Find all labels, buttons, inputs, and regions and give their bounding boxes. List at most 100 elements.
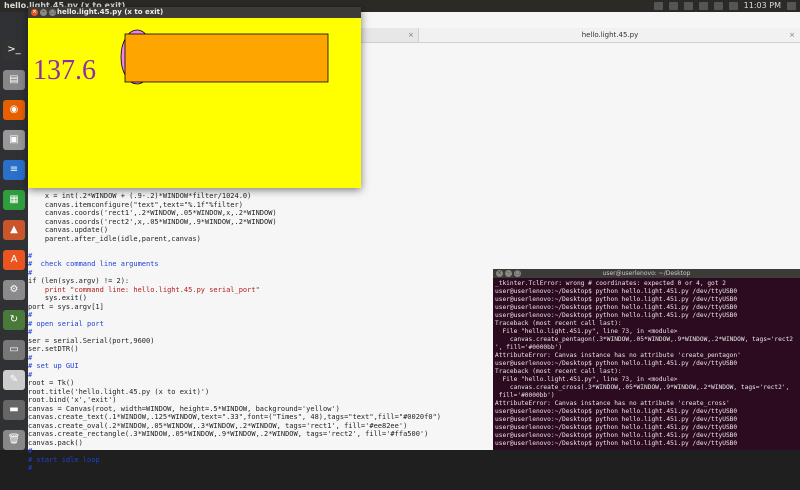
app-titlebar[interactable]: × – □ hello.light.45.py (x to exit) <box>28 7 361 18</box>
close-window-icon[interactable]: × <box>31 9 38 16</box>
code-line: # <box>28 464 33 472</box>
trash-icon[interactable]: 🗑 <box>3 430 25 450</box>
maximize-window-icon[interactable]: □ <box>49 9 56 16</box>
volume-icon[interactable] <box>728 2 738 10</box>
terminal-titlebar[interactable]: × – □ user@userlenovo: ~/Desktop <box>493 269 800 278</box>
code-line: canvas.update() <box>28 226 109 234</box>
launcher: >_ ▤ ◉ ▣ ≡ ▦ ▲ A ⚙ ↻ ▭ ✎ ▬ 🗑 <box>0 12 28 450</box>
code-line: # <box>28 328 33 336</box>
code-line: canvas.coords('rect1',.2*WINDOW,.05*WIND… <box>28 209 277 217</box>
tab-label: hello.light.45.py <box>581 31 639 39</box>
trash-icon-glyph: 🗑 <box>7 434 21 445</box>
code-line: x = int(.2*WINDOW + (.9-.2)*WINDOW*filte… <box>28 192 252 200</box>
terminal-line: ', fill='#0000bb') <box>495 344 563 351</box>
code-line: canvas.coords('rect2',x,.05*WINDOW,.9*WI… <box>28 217 277 226</box>
terminal-line: Traceback (most recent call last): <box>495 320 622 327</box>
bluetooth-icon[interactable] <box>668 2 678 10</box>
terminal-line: AttributeError: Canvas instance has no a… <box>495 400 730 407</box>
writer-icon[interactable]: ≡ <box>3 160 25 180</box>
code-line: # <box>28 370 33 379</box>
settings-icon-glyph: ⚙ <box>9 284 19 295</box>
writer-icon-glyph: ≡ <box>9 164 19 175</box>
network-icon[interactable] <box>698 2 708 10</box>
code-line: canvas.itemconfigure("text",text="%.1f"%… <box>28 200 243 209</box>
impress-icon-glyph: ▲ <box>10 224 18 235</box>
code-line: root = Tk() <box>28 379 75 387</box>
terminal-output[interactable]: _tkinter.TclError: wrong # coordinates: … <box>495 280 800 456</box>
calc-icon[interactable]: ▦ <box>3 190 25 210</box>
code-line: # <box>28 251 33 260</box>
clock[interactable]: 11:03 PM <box>744 0 781 12</box>
minimize-window-icon[interactable]: – <box>40 9 47 16</box>
battery-icon[interactable] <box>713 2 723 10</box>
terminal-line: user@userlenovo:~/Desktop$ python hello.… <box>495 440 738 447</box>
code-line: root.bind('x','exit') <box>28 396 117 404</box>
terminal-line: user@userlenovo:~/Desktop$ python hello.… <box>495 416 738 423</box>
code-line: ser.setDTR() <box>28 345 79 353</box>
code-line: # set up GUI <box>28 362 79 370</box>
files-icon[interactable]: ▤ <box>3 70 25 90</box>
code-line: root.title('hello.light.45.py (x to exit… <box>28 387 210 396</box>
drive-icon-glyph: ▭ <box>9 344 19 355</box>
camera-icon-glyph: ▣ <box>9 134 19 145</box>
terminal-line: user@userlenovo:~/Desktop$ python hello.… <box>495 288 738 295</box>
drive-icon[interactable]: ▭ <box>3 340 25 360</box>
power-gear-icon[interactable] <box>787 2 796 10</box>
code-line: canvas.create_text(.1*WINDOW,.125*WINDOW… <box>28 413 442 421</box>
disk-icon[interactable]: ▬ <box>3 400 25 420</box>
code-line: port = sys.argv[1] <box>28 302 104 311</box>
text-editor-icon[interactable]: ✎ <box>3 370 25 390</box>
code-line: # <box>28 311 33 319</box>
update-icon[interactable]: ↻ <box>3 310 25 330</box>
firefox-icon[interactable]: ◉ <box>3 100 25 120</box>
files-icon-glyph: ▤ <box>9 74 19 85</box>
settings-icon[interactable]: ⚙ <box>3 280 25 300</box>
code-line: # open serial port <box>28 319 104 328</box>
keyboard-layout-icon[interactable] <box>683 2 693 10</box>
terminal-icon[interactable]: >_ <box>3 40 25 60</box>
impress-icon[interactable]: ▲ <box>3 220 25 240</box>
terminal-line: File "hello.light.451.py", line 73, in <… <box>495 328 678 335</box>
terminal-line: File "hello.light.451.py", line 73, in <… <box>495 376 678 383</box>
calc-icon-glyph: ▦ <box>9 194 19 205</box>
code-area[interactable]: x = int(.2*WINDOW + (.9-.2)*WINDOW*filte… <box>28 192 498 490</box>
close-tab-icon[interactable]: × <box>408 28 414 42</box>
camera-icon[interactable]: ▣ <box>3 130 25 150</box>
terminal-line: canvas.create_pentagon(.3*WINDOW,.05*WIN… <box>495 336 794 343</box>
software-center-icon[interactable]: A <box>3 250 25 270</box>
python-app-window[interactable]: × – □ hello.light.45.py (x to exit) 137.… <box>28 7 361 188</box>
code-line: canvas = Canvas(root, width=WINDOW, heig… <box>28 404 340 413</box>
code-line: root.after(100,idle,root,canvas) <box>28 472 163 481</box>
tk-canvas: 137.6 <box>28 18 361 188</box>
terminal-line: AttributeError: Canvas instance has no a… <box>495 352 741 359</box>
code-line: # start idle loop <box>28 455 100 464</box>
code-line: if (len(sys.argv) != 2): <box>28 277 130 285</box>
reading-bar-rect <box>124 33 329 83</box>
code-line: # <box>28 268 33 277</box>
terminal-indicator-icon[interactable] <box>653 2 663 10</box>
terminal-title: user@userlenovo: ~/Desktop <box>602 270 691 277</box>
terminal-line: user@userlenovo:~/Desktop$ python hello.… <box>495 304 738 311</box>
code-line: parent.after_idle(idle,parent,canvas) <box>28 234 201 243</box>
system-tray: 11:03 PM <box>653 0 796 12</box>
terminal-line: Traceback (most recent call last): <box>495 368 622 375</box>
tab-hello-light-45[interactable]: hello.light.45.py × <box>418 28 800 42</box>
code-line: canvas.create_oval(.2*WINDOW,.05*WINDOW,… <box>28 421 408 430</box>
terminal-line: user@userlenovo:~/Desktop$ python hello.… <box>495 408 738 415</box>
code-line: canvas.create_rectangle(.3*WINDOW,.05*WI… <box>28 430 429 438</box>
close-tab-icon[interactable]: × <box>789 28 795 42</box>
terminal-line: user@userlenovo:~/Desktop$ python hello.… <box>495 360 738 367</box>
terminal-line: user@userlenovo:~/Desktop$ python hello.… <box>495 296 738 303</box>
code-line: print "command line: hello.light.45.py s… <box>28 285 260 294</box>
code-line: # <box>28 447 33 455</box>
software-center-icon-glyph: A <box>10 254 18 265</box>
terminal-line: user@userlenovo:~/Desktop$ python hello.… <box>495 312 738 319</box>
terminal-icon-glyph: >_ <box>7 44 21 55</box>
text-editor-icon-glyph: ✎ <box>9 374 19 385</box>
terminal-window[interactable]: × – □ user@userlenovo: ~/Desktop _tkinte… <box>493 269 800 450</box>
disk-icon-glyph: ▬ <box>9 404 19 415</box>
firefox-icon-glyph: ◉ <box>9 104 19 115</box>
terminal-line: user@userlenovo:~/Desktop$ python hello.… <box>495 432 738 439</box>
